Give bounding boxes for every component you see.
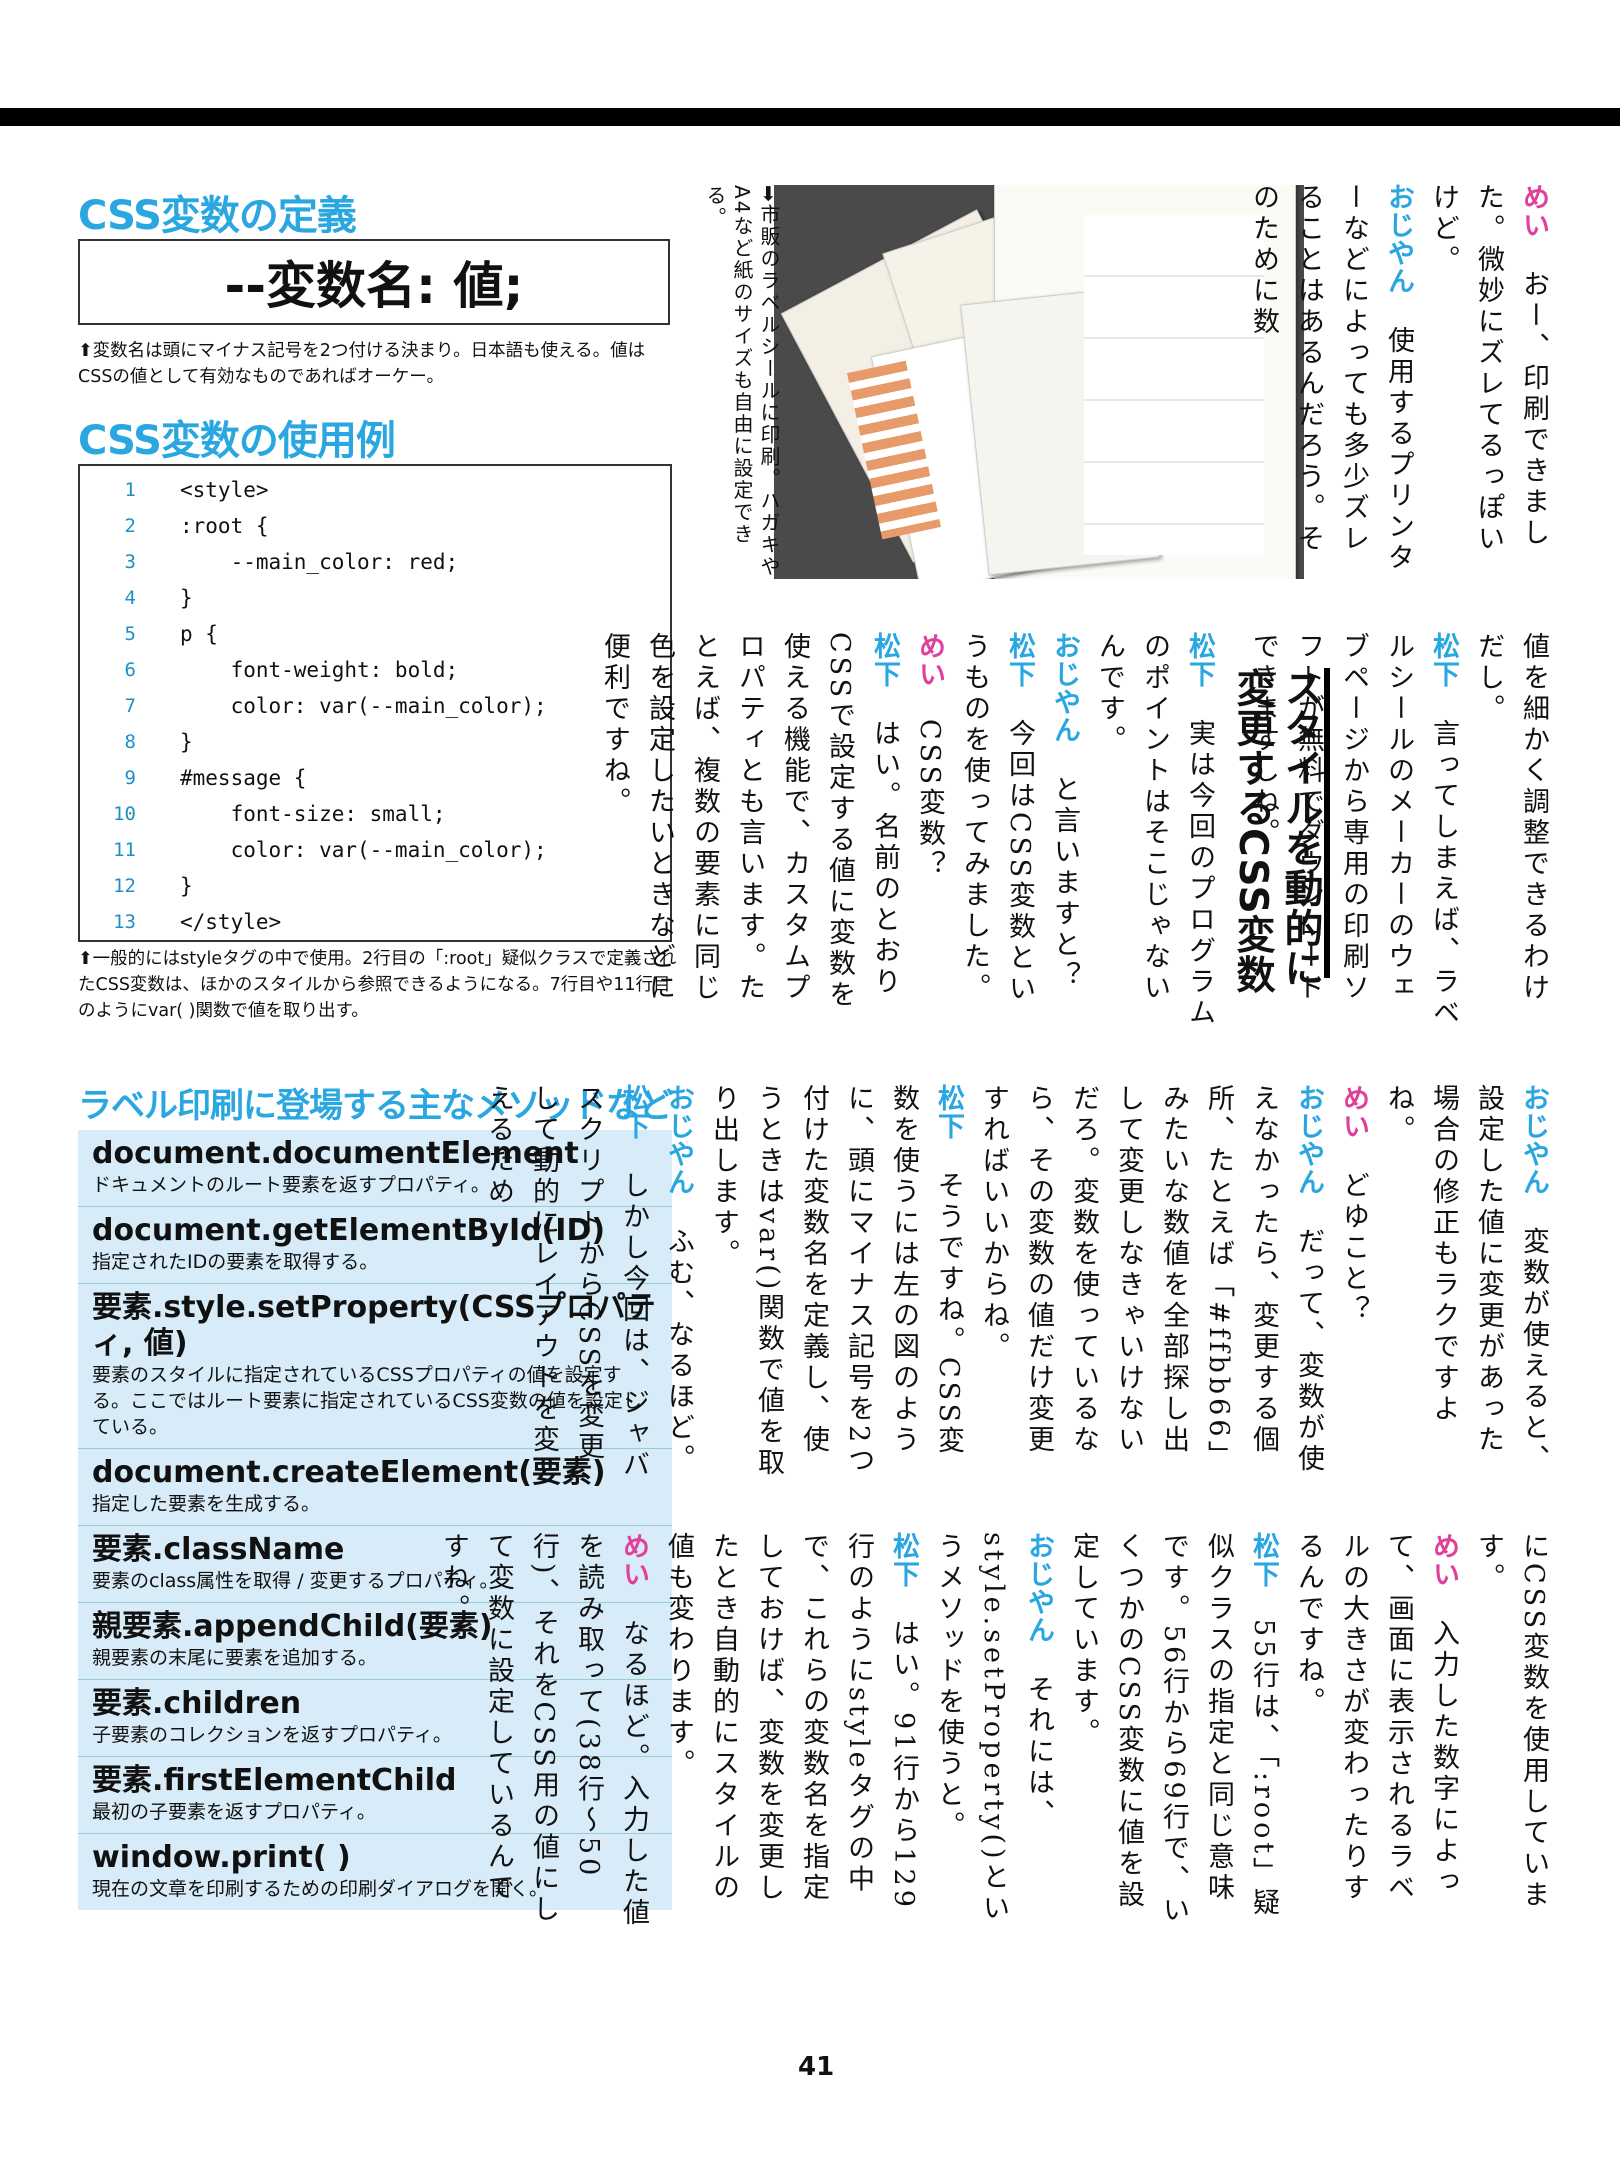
article-block-3: おじやん 変数が使えると、設定した値に変更があった場合の修正もラクですよね。 め… [483, 1084, 1549, 1481]
css-var-example-title: CSS変数の使用例 [78, 418, 396, 464]
top-rule [0, 108, 1620, 126]
article-block-1: めい おー、印刷できました。微妙にズレてるっぽいけど。 おじやん 使用するプリン… [1248, 183, 1549, 574]
syntax-text: --変数名: 値; [224, 257, 524, 315]
article-block-4: にCSS変数を使用しています。 めい 入力した数字によって、画面に表示されるラベ… [438, 1532, 1549, 1929]
article-block-2b: 松下 実は今回のプログラムのポイントはそこじゃないんです。 おじやん と言います… [599, 632, 1215, 1029]
article-heading: スタイルを動的に変更するCSS変数 [1228, 668, 1330, 998]
css-var-definition-title: CSS変数の定義 [78, 193, 357, 239]
article-block-2a: 値を細かく調整できるわけだし。 松下 言ってしまえば、ラベルシールのメーカーのウ… [1248, 632, 1549, 1029]
syntax-box: --変数名: 値; [78, 239, 670, 325]
example-caption: ⬆一般的にはstyleタグの中で使用。2行目の「:root」疑似クラスで定義され… [78, 949, 677, 1021]
label-sheets-photo [774, 185, 1304, 579]
page-number: 41 [798, 2052, 835, 2082]
heading-bar [1324, 668, 1330, 978]
photo-caption: ➡市販のラベルシールに印刷。ハガキやA4など紙のサイズも自由に設定できる。 [703, 185, 781, 578]
definition-caption: ⬆変数名は頭にマイナス記号を2つ付ける決まり。日本語も使える。値はCSSの値とし… [78, 341, 646, 387]
code-listing: 1 <style> 2:root { 3 --main_color: red; 4… [78, 464, 672, 942]
